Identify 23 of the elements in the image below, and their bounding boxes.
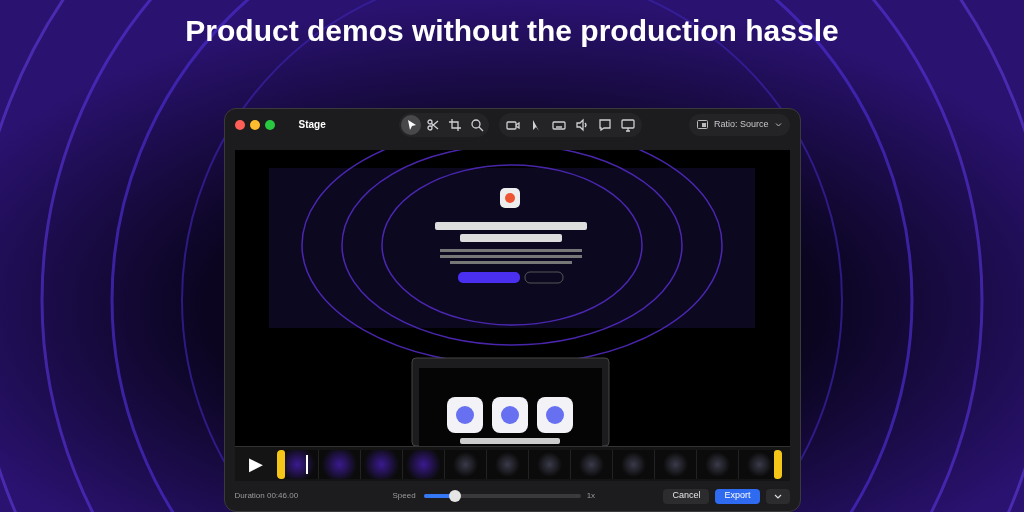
speech-bubble-icon (597, 117, 612, 132)
speed-value: 1x (586, 490, 596, 503)
export-options-button[interactable] (765, 488, 790, 504)
play-button[interactable]: ▶ (234, 455, 277, 474)
speed-label: Speed (392, 490, 416, 503)
chevron-down-icon (773, 493, 782, 499)
window-title: Stage (298, 118, 326, 133)
trim-handle[interactable] (773, 450, 782, 479)
tool-button[interactable] (400, 114, 421, 135)
layout-icon (696, 120, 708, 130)
cancel-button[interactable]: Cancel (663, 488, 710, 504)
playhead[interactable] (305, 455, 308, 474)
headline: Product demos without the production hassle (185, 13, 839, 49)
trim-handle[interactable] (276, 450, 285, 479)
monitor-icon (620, 117, 635, 132)
ratio-dropdown[interactable]: Ratio: Source (688, 113, 790, 136)
speaker-icon (574, 117, 589, 132)
export-button[interactable]: Export (715, 488, 760, 504)
crop-icon (447, 117, 462, 132)
scissors-icon (425, 117, 440, 132)
search-icon (469, 117, 484, 132)
duration-label: Duration 00:46.00 (234, 490, 300, 503)
chevron-down-icon (774, 122, 782, 127)
